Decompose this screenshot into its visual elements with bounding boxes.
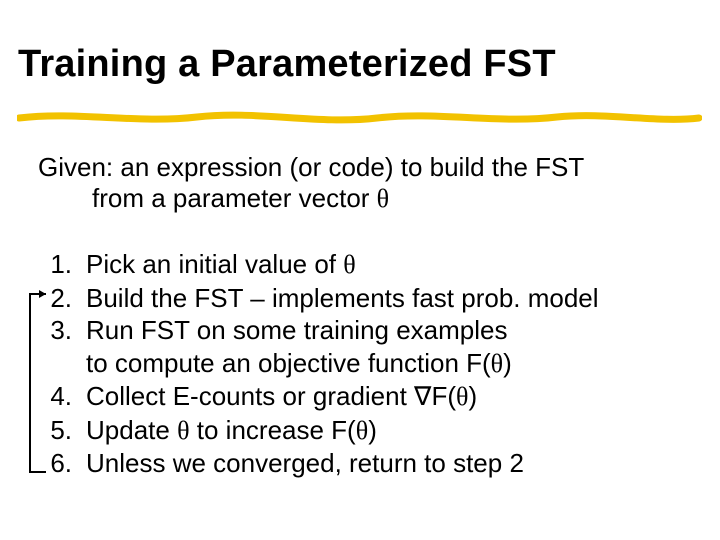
intro-line-2-prefix: from a parameter vector <box>92 183 377 213</box>
steps-list: 1. Pick an initial value of θ 2. Build t… <box>38 248 678 480</box>
title-underline <box>17 108 702 128</box>
list-item: 1. Pick an initial value of θ <box>38 248 678 282</box>
list-number: 2. <box>38 282 86 315</box>
slide: Training a Parameterized FST Given: an e… <box>0 0 720 540</box>
list-number: 3. <box>38 314 86 380</box>
list-number: 5. <box>38 414 86 448</box>
list-item: 5. Update θ to increase F(θ) <box>38 414 678 448</box>
theta-symbol: θ <box>343 250 355 279</box>
intro-line-1: Given: an expression (or code) to build … <box>38 152 678 183</box>
slide-title: Training a Parameterized FST <box>18 44 702 86</box>
list-text: Update θ to increase F(θ) <box>86 414 678 448</box>
intro-text: Given: an expression (or code) to build … <box>38 152 678 214</box>
theta-symbol: θ <box>377 184 389 213</box>
theta-symbol: θ <box>177 416 189 445</box>
intro-line-2: from a parameter vector θ <box>38 183 678 214</box>
list-text: Collect E-counts or gradient ∇F(θ) <box>86 380 678 414</box>
list-text: Unless we converged, return to step 2 <box>86 447 678 480</box>
list-item: 6. Unless we converged, return to step 2 <box>38 447 678 480</box>
theta-symbol: θ <box>491 349 503 378</box>
list-number: 6. <box>38 447 86 480</box>
list-item: 2. Build the FST – implements fast prob.… <box>38 282 678 315</box>
list-item: 4. Collect E-counts or gradient ∇F(θ) <box>38 380 678 414</box>
list-number: 1. <box>38 248 86 282</box>
list-text-sub: to compute an objective function F(θ) <box>86 347 678 381</box>
list-item: 3. Run FST on some training examples to … <box>38 314 678 380</box>
list-text: Run FST on some training examples to com… <box>86 314 678 380</box>
theta-symbol: θ <box>456 382 468 411</box>
list-text: Build the FST – implements fast prob. mo… <box>86 282 678 315</box>
list-number: 4. <box>38 380 86 414</box>
theta-symbol: θ <box>356 416 368 445</box>
list-text: Pick an initial value of θ <box>86 248 678 282</box>
title-area: Training a Parameterized FST <box>18 44 702 86</box>
